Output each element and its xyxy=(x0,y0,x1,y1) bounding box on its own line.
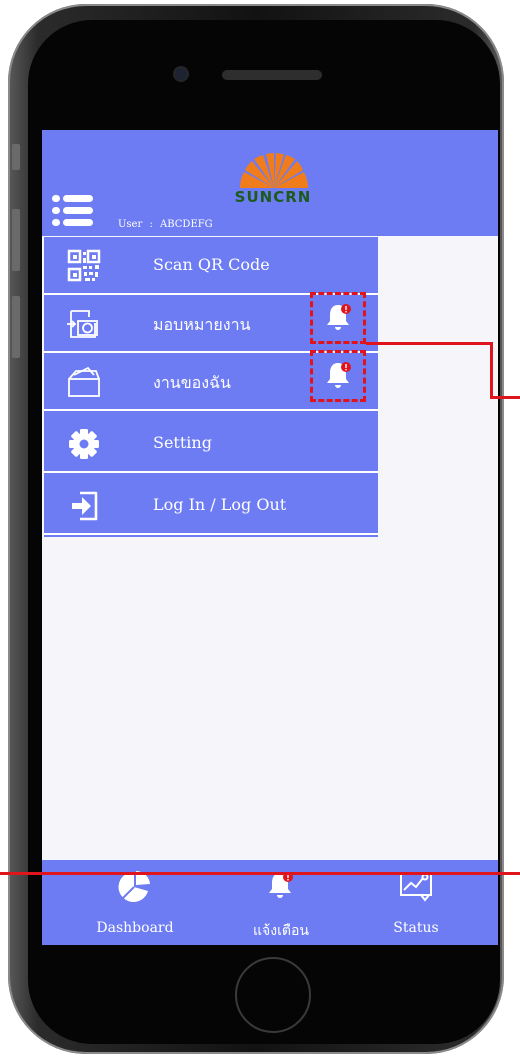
menu-item-label: มอบหมายงาน xyxy=(153,315,251,334)
annotation-line xyxy=(0,872,520,875)
qr-code-icon xyxy=(67,249,101,282)
bell-alert-icon[interactable] xyxy=(325,302,353,332)
menu-item-label: งานของฉัน xyxy=(153,373,231,392)
menu-item-label: Scan QR Code xyxy=(153,255,270,274)
volume-down-button xyxy=(12,296,20,358)
annotation-line xyxy=(490,342,493,398)
earpiece-speaker xyxy=(222,70,322,80)
assign-task-alert-highlight xyxy=(310,292,366,344)
side-menu: Scan QR Code มอบหมายงาน งานของฉัน Settin… xyxy=(44,237,378,537)
user-info: User : ABCDEFG xyxy=(118,219,217,230)
login-icon xyxy=(72,491,98,521)
annotation-line xyxy=(366,342,492,345)
menu-list-icon[interactable] xyxy=(52,194,96,228)
nav-label: Status xyxy=(393,920,439,936)
mute-switch xyxy=(12,144,20,170)
volume-up-button xyxy=(12,209,20,271)
menu-item-login-logout[interactable]: Log In / Log Out xyxy=(44,477,378,535)
suncrn-logo-icon xyxy=(240,153,308,188)
logo-text: SUNCRN xyxy=(234,188,312,206)
app-header: SUNCRN User : ABCDEFG xyxy=(42,130,498,236)
my-tasks-alert-highlight xyxy=(310,350,366,402)
menu-item-label: Log In / Log Out xyxy=(153,495,287,514)
home-button[interactable] xyxy=(235,957,311,1033)
assign-task-icon xyxy=(67,310,98,338)
menu-item-my-tasks[interactable]: งานของฉัน xyxy=(44,350,378,411)
app-screen: SUNCRN User : ABCDEFG Scan QR Code มอบหม… xyxy=(42,130,498,945)
menu-item-scan-qr[interactable]: Scan QR Code xyxy=(44,237,378,295)
user-name: ABCDEFG xyxy=(160,219,213,230)
gear-icon xyxy=(69,429,99,459)
user-label: User xyxy=(118,219,143,230)
user-separator: : xyxy=(149,219,153,230)
bell-alert-icon[interactable] xyxy=(325,360,353,390)
annotation-line xyxy=(490,396,520,399)
nav-label: แจ้งเตือน xyxy=(253,923,309,939)
front-camera xyxy=(175,68,187,80)
menu-item-setting[interactable]: Setting xyxy=(44,415,378,473)
folder-icon xyxy=(68,366,100,397)
pie-chart-icon xyxy=(118,870,150,902)
menu-item-assign-task[interactable]: มอบหมายงาน xyxy=(44,292,378,353)
nav-label: Dashboard xyxy=(96,920,174,936)
menu-item-label: Setting xyxy=(153,433,212,452)
